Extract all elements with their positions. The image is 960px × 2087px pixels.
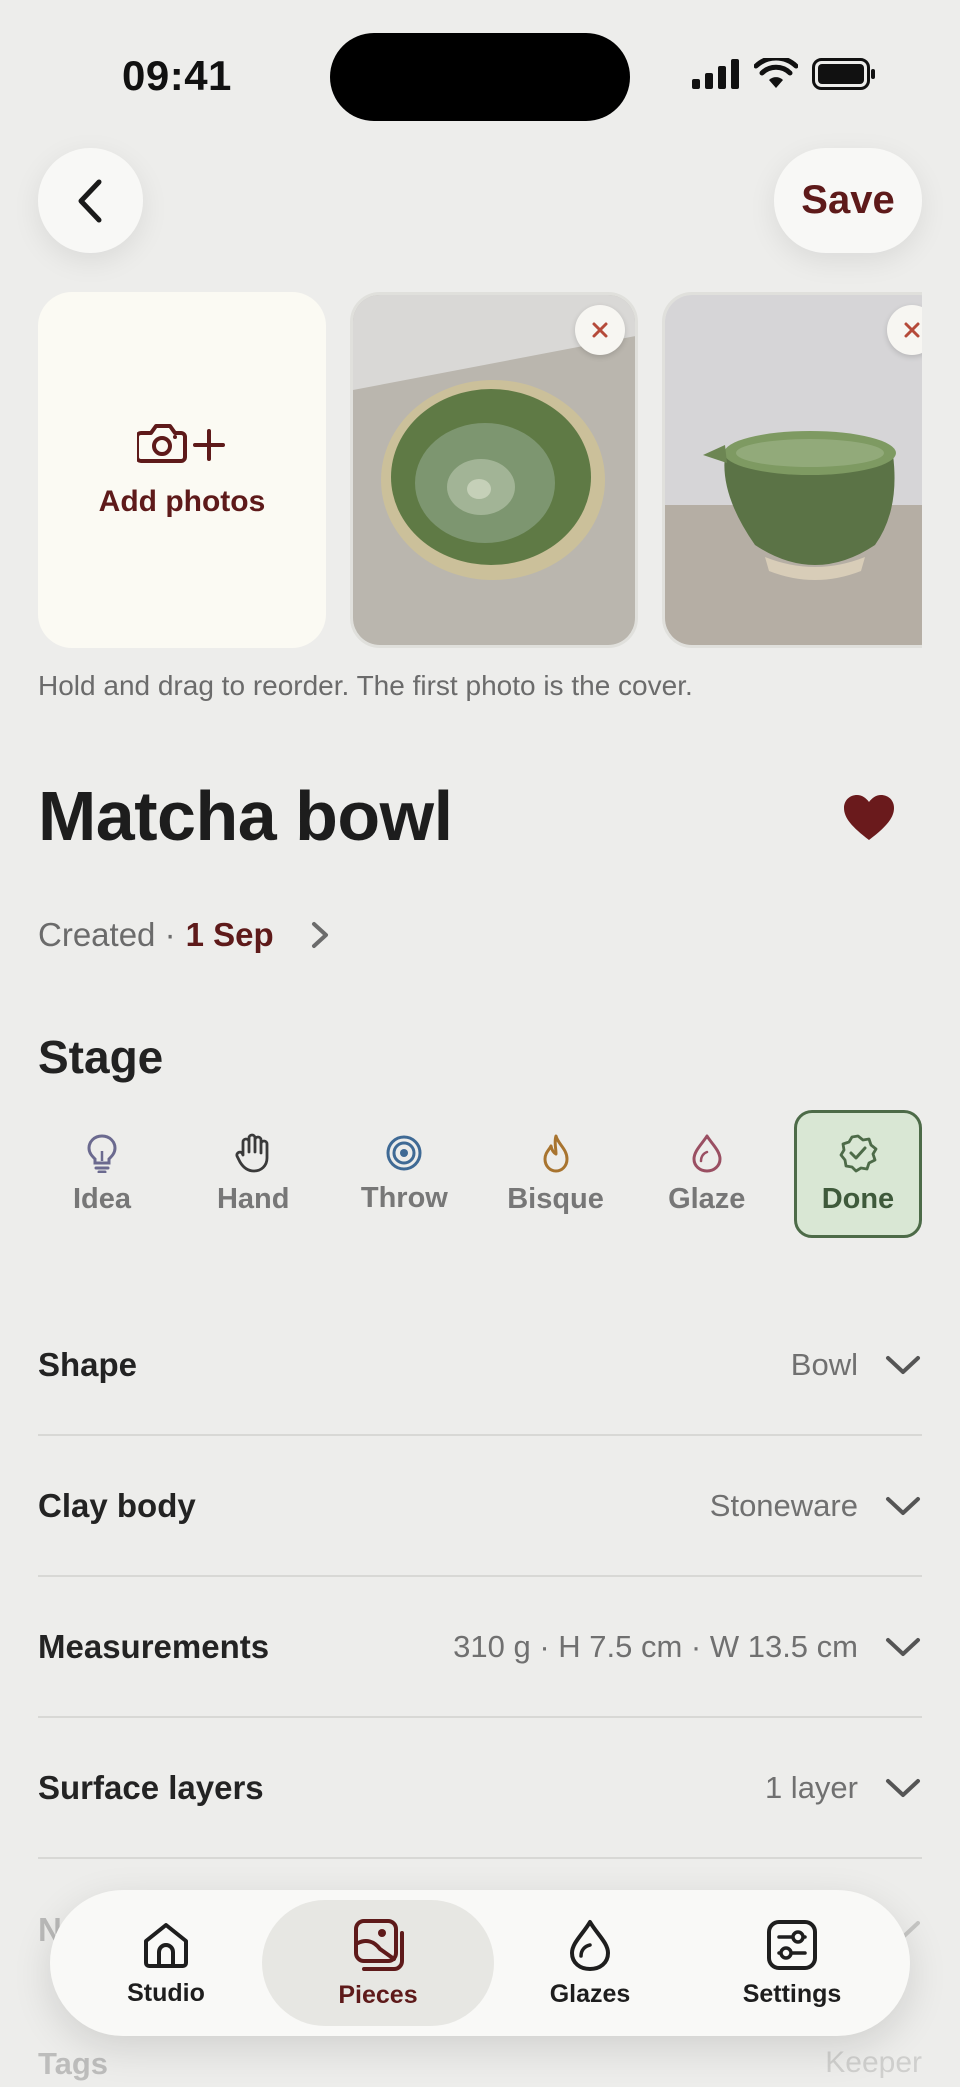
lightbulb-icon <box>87 1133 117 1173</box>
chevron-right-icon <box>311 922 328 948</box>
house-icon <box>144 1922 188 1968</box>
stage-label: Hand <box>216 1182 290 1215</box>
dynamic-island <box>330 33 630 121</box>
stage-label: Bisque <box>507 1182 604 1215</box>
close-icon <box>592 322 608 338</box>
save-button[interactable]: Save <box>774 148 922 253</box>
detail-row-clay-body[interactable]: Clay body Stoneware <box>38 1436 922 1577</box>
stage-label: Idea <box>72 1182 132 1215</box>
stage-label: Throw <box>360 1181 448 1214</box>
detail-value: 1 layer <box>764 1769 858 1805</box>
created-date: 1 Sep <box>185 916 274 953</box>
target-icon <box>386 1135 422 1170</box>
tab-label: Settings <box>742 1979 842 2008</box>
check-badge-icon <box>839 1134 878 1172</box>
stage-hand[interactable]: Hand <box>189 1110 317 1238</box>
pieces-icon <box>354 1918 404 1971</box>
wifi-icon <box>754 58 798 88</box>
tab-label: Studio <box>127 1978 205 2007</box>
tab-glazes[interactable]: Glazes <box>510 1900 670 2026</box>
camera-plus-icon <box>137 424 225 463</box>
stage-label: Done <box>821 1182 895 1215</box>
tab-settings[interactable]: Settings <box>702 1900 882 2026</box>
stage-selector: Idea Hand Throw Bisque Glaze Done <box>38 1110 922 1238</box>
flame-icon <box>543 1134 569 1172</box>
tab-label: Pieces <box>338 1980 418 2009</box>
tab-label: Glazes <box>549 1979 631 2008</box>
detail-value: Bowl <box>790 1346 858 1382</box>
heart-icon <box>844 795 894 840</box>
chevron-down-icon <box>886 1778 920 1797</box>
detail-value: Stoneware <box>709 1487 858 1523</box>
remove-photo-button[interactable] <box>575 305 625 355</box>
stage-label: Glaze <box>668 1182 746 1215</box>
detail-label: Clay body <box>38 1486 196 1524</box>
created-date-row[interactable]: Created · 1 Sep <box>38 916 336 954</box>
stage-bisque[interactable]: Bisque <box>492 1110 620 1238</box>
drop-icon <box>692 1134 722 1172</box>
stage-idea[interactable]: Idea <box>38 1110 166 1238</box>
favorite-button[interactable] <box>842 794 896 847</box>
stage-glaze[interactable]: Glaze <box>643 1110 771 1238</box>
tab-pieces[interactable]: Pieces <box>262 1900 494 2026</box>
chevron-down-icon <box>886 1355 920 1374</box>
detail-value: 310 g · H 7.5 cm · W 13.5 cm <box>453 1628 858 1664</box>
detail-row-surface-layers[interactable]: Surface layers 1 layer <box>38 1718 922 1859</box>
tab-bar: Studio Pieces Glazes Settings <box>50 1890 910 2036</box>
detail-label: Surface layers <box>38 1768 264 1806</box>
battery-icon <box>812 58 875 90</box>
back-button[interactable] <box>38 148 143 253</box>
bowl-side-photo <box>665 295 922 645</box>
status-time: 09:41 <box>122 52 232 99</box>
stage-done[interactable]: Done <box>793 1110 922 1238</box>
sliders-icon <box>767 1919 817 1970</box>
chevron-down-icon <box>886 1637 920 1656</box>
system-icons <box>692 58 876 90</box>
close-icon <box>904 322 920 338</box>
photo-thumbnail[interactable] <box>662 292 922 648</box>
add-photos-label: Add photos <box>98 485 266 518</box>
detail-value: Keeper <box>825 2046 922 2079</box>
cellular-signal-icon <box>692 59 739 89</box>
status-bar: 09:41 <box>0 0 960 150</box>
detail-label: Tags <box>38 2046 109 2081</box>
stage-throw[interactable]: Throw <box>340 1110 468 1238</box>
created-label: Created · <box>38 916 176 953</box>
chevron-left-icon <box>78 179 101 222</box>
chevron-down-icon <box>886 1496 920 1515</box>
drop-icon <box>570 1919 610 1971</box>
tab-studio[interactable]: Studio <box>86 1900 246 2026</box>
hand-icon <box>235 1133 269 1172</box>
photo-reorder-hint: Hold and drag to reorder. The first phot… <box>38 670 693 701</box>
detail-row-measurements[interactable]: Measurements 310 g · H 7.5 cm · W 13.5 c… <box>38 1577 922 1718</box>
photo-thumbnail[interactable] <box>350 292 638 648</box>
detail-label: Shape <box>38 1345 138 1383</box>
detail-row-tags[interactable]: Tags Keeper <box>38 2046 922 2082</box>
piece-title[interactable]: Matcha bowl <box>38 776 453 856</box>
detail-label: Measurements <box>38 1627 270 1665</box>
photo-strip[interactable]: Add photos <box>38 292 922 648</box>
detail-row-shape[interactable]: Shape Bowl <box>38 1295 922 1436</box>
add-photos-button[interactable]: Add photos <box>38 292 326 648</box>
stage-heading: Stage <box>38 1031 164 1083</box>
